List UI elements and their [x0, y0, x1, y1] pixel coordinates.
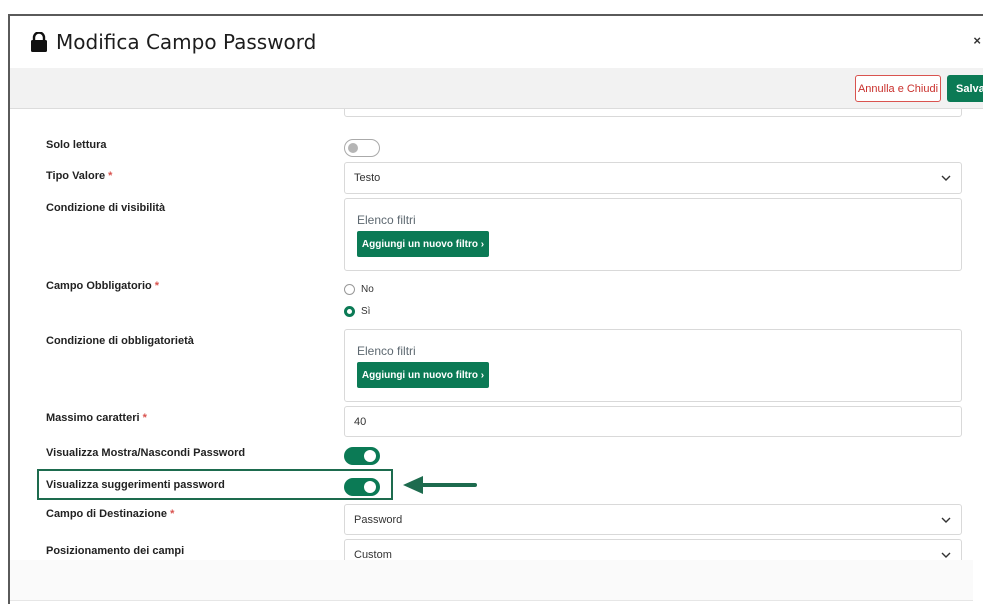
visualizza-suggerimenti-label: Visualizza suggerimenti password — [46, 479, 225, 491]
campo-destinazione-select[interactable]: Password — [344, 504, 962, 535]
massimo-caratteri-value: 40 — [354, 415, 367, 428]
chevron-down-icon — [941, 175, 951, 181]
massimo-caratteri-label: Massimo caratteri * — [46, 412, 147, 424]
filter-list-title: Elenco filtri — [357, 213, 416, 227]
add-filter-button[interactable]: Aggiungi un nuovo filtro › — [357, 362, 489, 388]
required-filter-box: Elenco filtri Aggiungi un nuovo filtro › — [344, 329, 962, 402]
toggle-knob — [364, 481, 376, 493]
toggle-knob — [348, 143, 358, 153]
radio-circle-selected — [344, 306, 355, 317]
radio-circle — [344, 284, 355, 295]
toggle-knob — [364, 450, 376, 462]
tipo-valore-label: Tipo Valore * — [46, 170, 113, 182]
radio-si-label: Sì — [361, 306, 371, 317]
visualizza-mostra-toggle[interactable] — [344, 447, 380, 465]
tipo-valore-select[interactable]: Testo — [344, 162, 962, 194]
chevron-down-icon — [941, 552, 951, 558]
modal-footer — [10, 560, 973, 601]
massimo-caratteri-input[interactable]: 40 — [344, 406, 962, 437]
close-icon[interactable]: × — [973, 33, 981, 48]
modal-header: Modifica Campo Password × — [10, 16, 983, 69]
campo-obbligatorio-label: Campo Obbligatorio * — [46, 280, 160, 292]
radio-no-label: No — [361, 284, 374, 295]
tipo-valore-value: Testo — [354, 172, 381, 184]
lock-icon — [31, 32, 47, 52]
form-content: Solo lettura Tipo Valore * Testo Condizi… — [10, 109, 973, 561]
posizionamento-label: Posizionamento dei campi — [46, 545, 185, 557]
title-wrap: Modifica Campo Password — [30, 30, 316, 54]
page-title: Modifica Campo Password — [56, 30, 317, 54]
radio-no[interactable]: No — [344, 284, 374, 295]
solo-lettura-label: Solo lettura — [46, 139, 107, 151]
visibility-filter-box: Elenco filtri Aggiungi un nuovo filtro › — [344, 198, 962, 271]
visualizza-suggerimenti-toggle[interactable] — [344, 478, 380, 496]
condizione-obbligatorieta-label: Condizione di obbligatorietà — [46, 335, 194, 347]
visualizza-mostra-label: Visualizza Mostra/Nascondi Password — [46, 447, 246, 459]
save-button[interactable]: Salva — [947, 75, 983, 102]
campo-destinazione-label: Campo di Destinazione * — [46, 508, 175, 520]
chevron-down-icon — [941, 517, 951, 523]
campo-destinazione-value: Password — [354, 513, 403, 526]
posizionamento-select[interactable]: Custom — [344, 539, 962, 561]
solo-lettura-toggle[interactable] — [344, 139, 380, 157]
modal-window: Modifica Campo Password × Annulla e Chiu… — [8, 14, 983, 604]
arrow-left-icon — [403, 476, 477, 494]
add-filter-button[interactable]: Aggiungi un nuovo filtro › — [357, 231, 489, 257]
previous-field[interactable] — [344, 109, 962, 117]
condizione-visibilita-label: Condizione di visibilità — [46, 202, 166, 214]
posizionamento-value: Custom — [354, 548, 392, 561]
radio-si[interactable]: Sì — [344, 306, 370, 317]
cancel-and-close-button[interactable]: Annulla e Chiudi — [855, 75, 941, 102]
action-toolbar: Annulla e Chiudi Salva — [10, 68, 983, 109]
filter-list-title: Elenco filtri — [357, 344, 416, 358]
